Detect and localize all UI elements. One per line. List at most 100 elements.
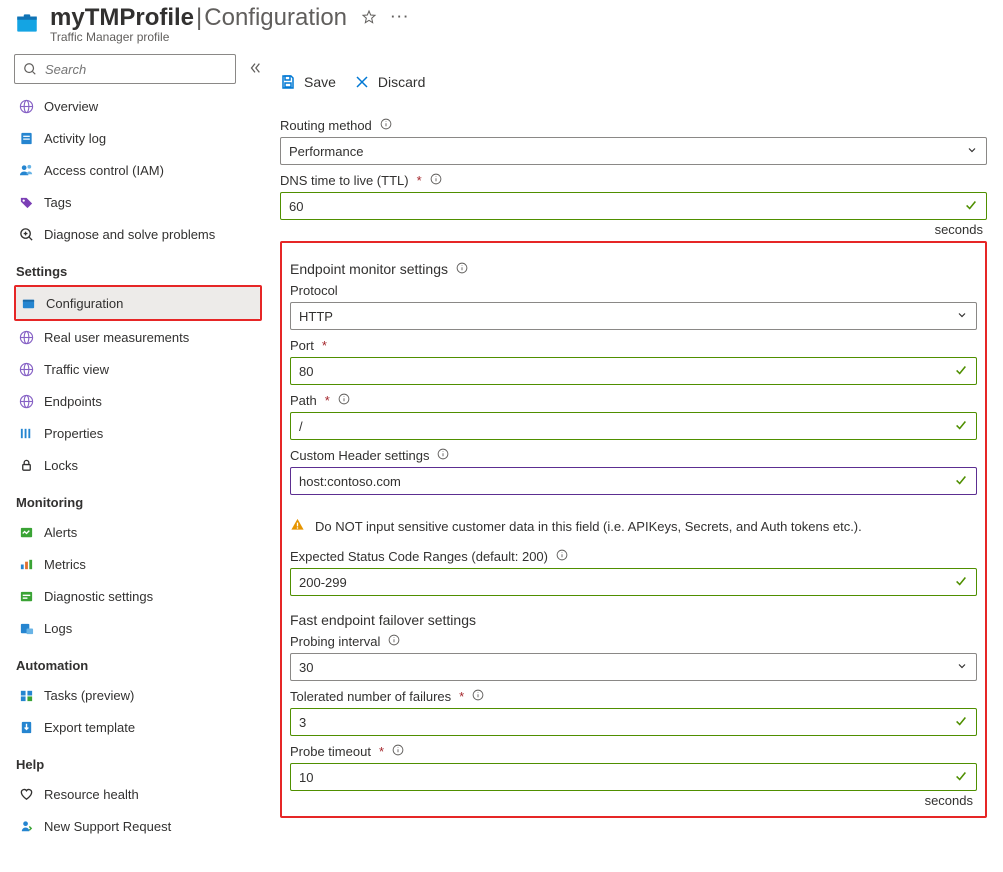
support-icon — [18, 819, 34, 834]
info-icon[interactable] — [456, 261, 468, 277]
sidebar-item-resource-health[interactable]: Resource health — [14, 778, 262, 810]
custom-header-input[interactable]: host:contoso.com — [290, 467, 977, 495]
globe-icon — [18, 362, 34, 377]
status-code-input[interactable]: 200-299 — [290, 568, 977, 596]
sidebar-item-label: Diagnostic settings — [44, 589, 153, 604]
sidebar-item-rum[interactable]: Real user measurements — [14, 321, 262, 353]
sidebar-item-label: Logs — [44, 621, 72, 636]
sidebar-item-label: Activity log — [44, 131, 106, 146]
info-icon[interactable] — [437, 448, 449, 463]
sidebar-item-overview[interactable]: Overview — [14, 90, 262, 122]
protocol-select[interactable]: HTTP — [290, 302, 977, 330]
resource-type: Traffic Manager profile — [50, 30, 410, 44]
info-icon[interactable] — [472, 689, 484, 704]
sidebar-item-endpoints[interactable]: Endpoints — [14, 385, 262, 417]
warning-icon — [290, 517, 305, 535]
sidebar-item-alerts[interactable]: Alerts — [14, 516, 262, 548]
ttl-label: DNS time to live (TTL) — [280, 173, 409, 188]
custom-header-label: Custom Header settings — [290, 448, 429, 463]
sidebar-item-support[interactable]: New Support Request — [14, 810, 262, 842]
sidebar-item-label: Tasks (preview) — [44, 688, 134, 703]
check-icon — [954, 714, 968, 731]
export-icon — [18, 720, 34, 735]
info-icon[interactable] — [556, 549, 568, 564]
chevron-down-icon — [956, 660, 968, 675]
sidebar-item-locks[interactable]: Locks — [14, 449, 262, 481]
chevron-down-icon — [956, 309, 968, 324]
globe-icon — [18, 394, 34, 409]
sidebar-item-metrics[interactable]: Metrics — [14, 548, 262, 580]
more-menu-icon[interactable]: ··· — [391, 9, 410, 28]
sidebar-item-label: Diagnose and solve problems — [44, 227, 215, 242]
sidebar-item-label: New Support Request — [44, 819, 171, 834]
check-icon — [954, 363, 968, 380]
sidebar-item-label: Overview — [44, 99, 98, 114]
info-icon[interactable] — [430, 173, 442, 188]
sidebar-item-label: Properties — [44, 426, 103, 441]
sidebar-item-label: Alerts — [44, 525, 77, 540]
page-title: myTMProfile|Configuration — [50, 4, 347, 32]
check-icon — [954, 473, 968, 490]
tag-icon — [18, 195, 34, 210]
collapse-sidebar-icon[interactable] — [248, 61, 262, 78]
chevron-down-icon — [966, 144, 978, 159]
favorite-icon[interactable] — [361, 9, 377, 28]
save-button[interactable]: Save — [280, 74, 336, 90]
sidebar-item-label: Locks — [44, 458, 78, 473]
info-icon[interactable] — [392, 744, 404, 759]
port-input[interactable]: 80 — [290, 357, 977, 385]
diagnose-icon — [18, 227, 34, 242]
sidebar-item-iam[interactable]: Access control (IAM) — [14, 154, 262, 186]
sidebar-item-tasks[interactable]: Tasks (preview) — [14, 679, 262, 711]
unit-label: seconds — [280, 220, 987, 237]
sidebar-item-diagnostic-settings[interactable]: Diagnostic settings — [14, 580, 262, 612]
sidebar-item-export-template[interactable]: Export template — [14, 711, 262, 743]
tolerated-failures-input[interactable]: 3 — [290, 708, 977, 736]
check-icon — [954, 574, 968, 591]
sidebar-item-diagnose[interactable]: Diagnose and solve problems — [14, 218, 262, 250]
sidebar-item-traffic-view[interactable]: Traffic view — [14, 353, 262, 385]
info-icon[interactable] — [380, 118, 392, 133]
metrics-icon — [18, 557, 34, 572]
sidebar-group-help: Help — [14, 743, 262, 778]
sidebar-item-label: Access control (IAM) — [44, 163, 164, 178]
probe-timeout-input[interactable]: 10 — [290, 763, 977, 791]
probing-interval-select[interactable]: 30 — [290, 653, 977, 681]
probe-timeout-label: Probe timeout — [290, 744, 371, 759]
path-label: Path — [290, 393, 317, 408]
tasks-icon — [18, 688, 34, 703]
properties-icon — [18, 426, 34, 441]
search-input[interactable] — [14, 54, 236, 84]
sidebar-item-label: Metrics — [44, 557, 86, 572]
sidebar-item-logs[interactable]: Logs — [14, 612, 262, 644]
ttl-input[interactable]: 60 — [280, 192, 987, 220]
routing-method-select[interactable]: Performance — [280, 137, 987, 165]
routing-method-label: Routing method — [280, 118, 372, 133]
unit-label: seconds — [290, 791, 977, 808]
info-icon[interactable] — [388, 634, 400, 649]
globe-icon — [18, 99, 34, 114]
status-code-label: Expected Status Code Ranges (default: 20… — [290, 549, 548, 564]
tolerated-failures-label: Tolerated number of failures — [290, 689, 451, 704]
sidebar-item-properties[interactable]: Properties — [14, 417, 262, 449]
discard-button[interactable]: Discard — [354, 74, 425, 90]
sidebar-item-activity-log[interactable]: Activity log — [14, 122, 262, 154]
lock-icon — [18, 458, 34, 473]
failover-settings-heading: Fast endpoint failover settings — [290, 612, 476, 628]
path-input[interactable]: / — [290, 412, 977, 440]
sidebar-item-tags[interactable]: Tags — [14, 186, 262, 218]
heart-icon — [18, 787, 34, 802]
sidebar-group-settings: Settings — [14, 250, 262, 285]
sidebar-item-configuration[interactable]: Configuration — [16, 287, 260, 319]
globe-icon — [18, 330, 34, 345]
info-icon[interactable] — [338, 393, 350, 408]
endpoint-monitor-settings-heading: Endpoint monitor settings — [290, 261, 448, 277]
check-icon — [954, 769, 968, 786]
sidebar-item-label: Export template — [44, 720, 135, 735]
sidebar-group-monitoring: Monitoring — [14, 481, 262, 516]
alerts-icon — [18, 525, 34, 540]
sidebar-item-label: Configuration — [46, 296, 123, 311]
sidebar-item-label: Endpoints — [44, 394, 102, 409]
protocol-label: Protocol — [290, 283, 338, 298]
port-label: Port — [290, 338, 314, 353]
